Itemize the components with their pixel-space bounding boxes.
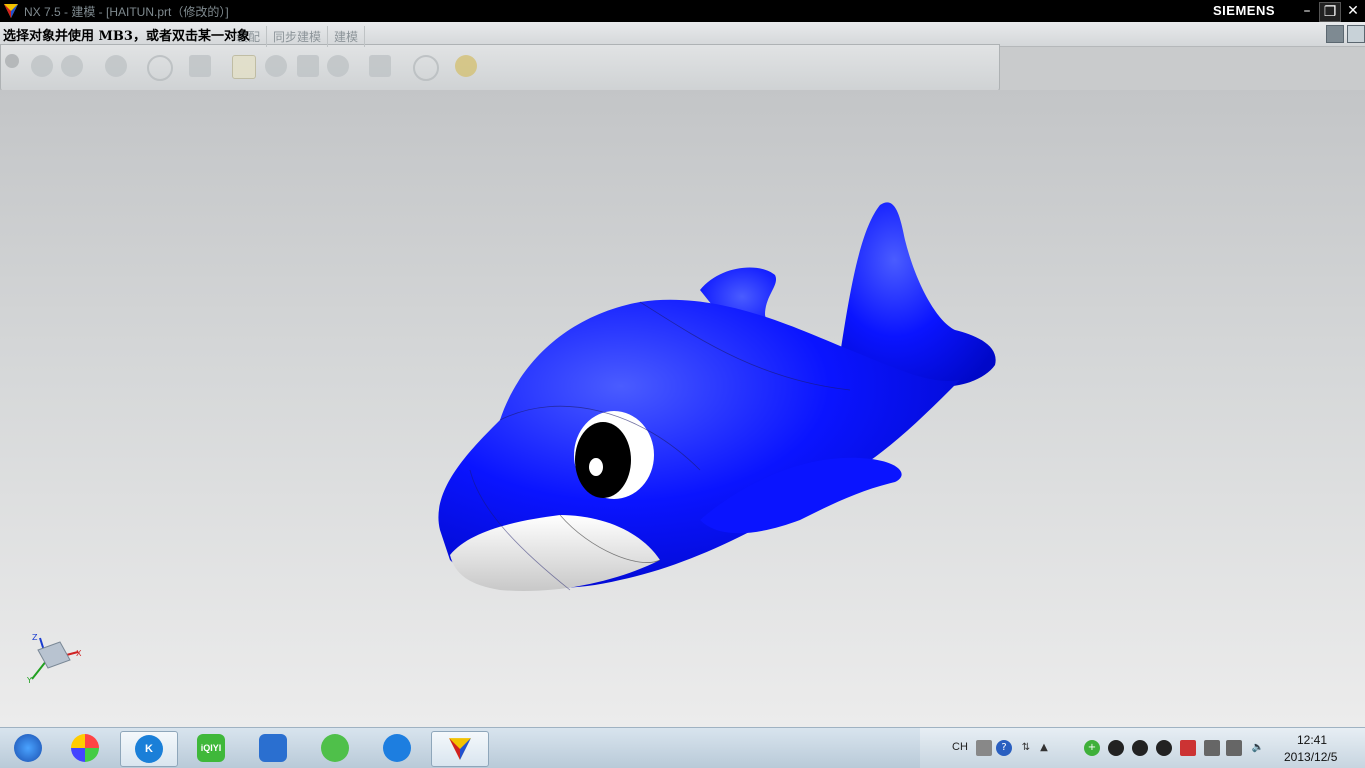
tab-sync-modeling[interactable]: 同步建模 (267, 26, 329, 47)
start-button[interactable] (0, 731, 56, 765)
security-icon[interactable]: + (1084, 740, 1100, 756)
device-icon[interactable] (1204, 740, 1220, 756)
siemens-logo: SIEMENS (1212, 3, 1275, 18)
flag-icon[interactable] (1180, 740, 1196, 756)
wrench-icon[interactable] (455, 55, 477, 77)
taskbar-app-sync[interactable] (307, 731, 363, 765)
close-button[interactable]: ✕ (1343, 2, 1363, 20)
tab-modeling[interactable]: 建模 (328, 26, 366, 47)
restore-button[interactable]: ❐ (1319, 2, 1341, 22)
no-entry-icon[interactable] (147, 55, 173, 81)
toolbar-panel (0, 44, 1000, 92)
user-icon[interactable] (265, 55, 287, 77)
network-icon[interactable] (1226, 740, 1242, 756)
video-editor-icon (259, 734, 287, 762)
windows-start-icon (14, 734, 42, 762)
graphics-viewport[interactable]: Z X Y (0, 90, 1365, 727)
show-hidden-icons-icon[interactable]: ▲ (1036, 740, 1052, 756)
taskbar-app-kugou[interactable]: K (120, 731, 178, 767)
ribbon-tabs: 装配 同步建模 建模 (230, 26, 366, 47)
photo-app-icon (71, 734, 99, 762)
clock-date[interactable]: 2013/12/5 (1284, 750, 1337, 764)
shade-sphere-icon[interactable] (31, 55, 53, 77)
taskbar-app-nx[interactable] (431, 731, 489, 767)
square-icon[interactable] (189, 55, 211, 77)
qq-icon[interactable] (1108, 740, 1124, 756)
clock-time[interactable]: 12:41 (1297, 733, 1327, 747)
taskbar-app-player[interactable] (369, 731, 425, 765)
paint-icon[interactable] (232, 55, 256, 79)
triad-z-label: Z (32, 633, 38, 642)
nx-logo-icon (4, 4, 18, 18)
media-player-icon (383, 734, 411, 762)
taskbar-app-photo[interactable] (57, 731, 113, 765)
qq-icon-2[interactable] (1132, 740, 1148, 756)
user-group-icon[interactable] (327, 55, 349, 77)
sync-app-icon (321, 734, 349, 762)
volume-icon[interactable]: 🔈 (1250, 740, 1266, 756)
sphere-dropdown-icon[interactable] (105, 55, 127, 77)
view-icon[interactable] (1326, 25, 1344, 43)
panel-icon[interactable] (297, 55, 319, 77)
taskbar-app-video[interactable] (245, 731, 301, 765)
iqiyi-icon: iQIYI (197, 734, 225, 762)
grid-icon[interactable] (369, 55, 391, 77)
gear-icon[interactable] (5, 54, 19, 68)
help-icon[interactable]: ? (996, 740, 1012, 756)
window-title: NX 7.5 - 建模 - [HAITUN.prt（修改的）] (24, 4, 229, 19)
triad-y-label: Y (26, 676, 32, 685)
window-icon[interactable] (1347, 25, 1365, 43)
taskbar: K iQIYI CH ? ⇅ ▲ + 🔈 12:41 2013/12/5 (0, 727, 1365, 768)
selection-prompt: 选择对象并使用 MB3，或者双击某一对象 (3, 29, 250, 44)
dolphin-model[interactable]: Z X Y (0, 90, 1365, 727)
minimize-button[interactable]: – (1297, 2, 1317, 20)
sphere-icon[interactable] (61, 55, 83, 77)
title-bar: NX 7.5 - 建模 - [HAITUN.prt（修改的）] SIEMENS … (0, 0, 1365, 22)
keyboard-icon[interactable] (976, 740, 992, 756)
triad-x-label: X (76, 649, 82, 658)
ime-settings-icon[interactable]: ⇅ (1018, 740, 1034, 756)
csys-triad-icon: Z X Y (26, 633, 82, 685)
input-language[interactable]: CH (952, 741, 968, 753)
taskbar-app-iqiyi[interactable]: iQIYI (183, 731, 239, 765)
nx-app-icon (449, 738, 471, 760)
kugou-icon: K (135, 735, 163, 763)
cancel-icon[interactable] (413, 55, 439, 81)
qq-icon-3[interactable] (1156, 740, 1172, 756)
